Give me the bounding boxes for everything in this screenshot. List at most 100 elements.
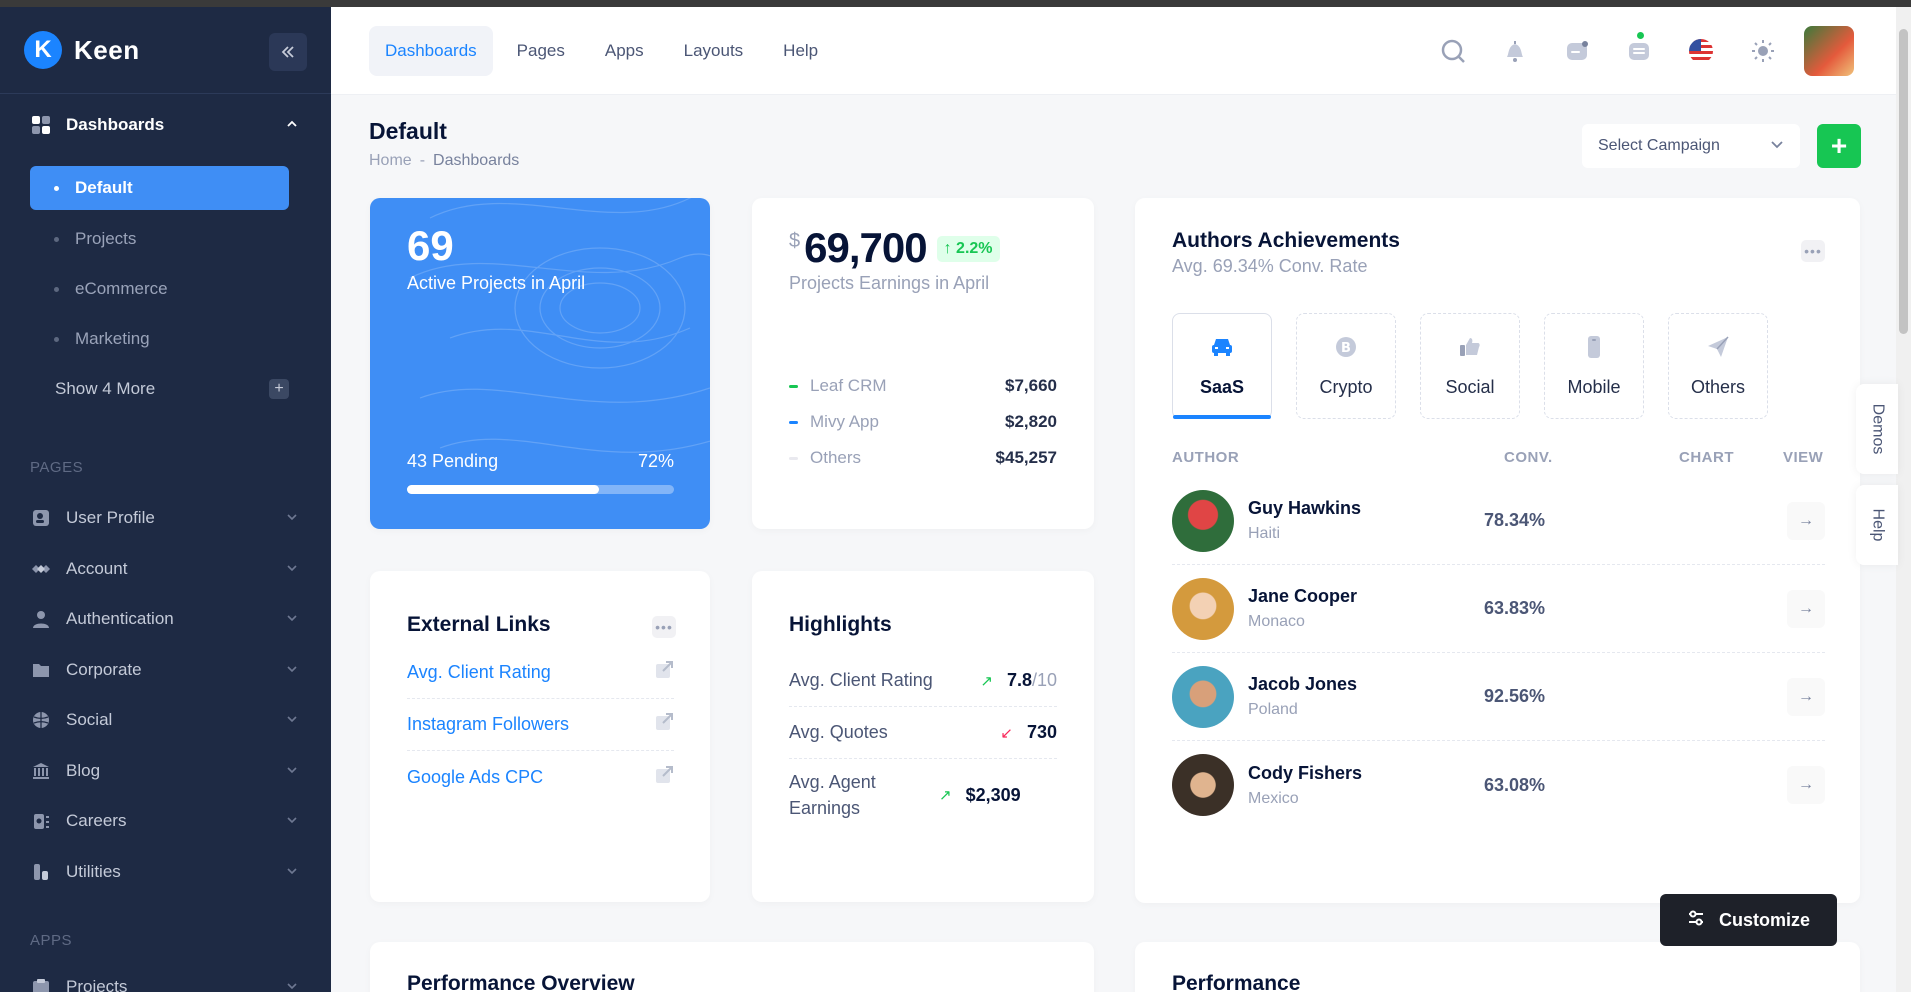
sidebar-item-utilities[interactable]: Utilities (30, 850, 298, 894)
tab-crypto[interactable]: B Crypto (1296, 313, 1396, 419)
author-info: Jacob Jones Poland (1248, 674, 1488, 719)
author-name[interactable]: Cody Fishers (1248, 763, 1488, 784)
messages-icon[interactable] (1618, 30, 1660, 72)
sidebar-item-projects[interactable]: Projects (30, 965, 298, 992)
brand[interactable]: K Keen (24, 31, 140, 69)
highlight-label: Avg. Client Rating (789, 670, 933, 690)
external-link-icon[interactable] (654, 660, 674, 685)
sidebar-item-dashboards[interactable]: Dashboards (30, 103, 298, 147)
sidebar-collapse-button[interactable] (269, 33, 307, 71)
add-button[interactable]: + (1817, 124, 1861, 168)
author-name[interactable]: Jacob Jones (1248, 674, 1488, 695)
external-links-title: External Links (407, 613, 551, 636)
tab-saas[interactable]: SaaS (1172, 313, 1272, 419)
nav-dashboards[interactable]: Dashboards (369, 26, 493, 76)
sidebar-item-label: Dashboards (66, 115, 165, 134)
author-name[interactable]: Jane Cooper (1248, 586, 1488, 607)
sidebar-subitem-default[interactable]: Default (30, 166, 289, 210)
more-options-button[interactable]: ••• (652, 616, 676, 638)
apps-section-label: APPS (30, 932, 73, 949)
author-conv: 63.08% (1484, 774, 1546, 795)
brand-name: Keen (74, 34, 140, 65)
view-button[interactable]: → (1787, 677, 1825, 716)
sidebar-subitem-ecommerce[interactable]: eCommerce (30, 267, 289, 311)
bullet-icon (54, 286, 59, 292)
help-label: Help (1869, 508, 1886, 542)
projects-icon (30, 976, 52, 992)
performance-card: Performance (1135, 942, 1860, 992)
sidebar-item-user-profile[interactable]: User Profile (30, 496, 298, 540)
author-info: Cody Fishers Mexico (1248, 763, 1488, 808)
scrollbar-thumb[interactable] (1899, 29, 1908, 334)
external-link[interactable]: Google Ads CPC (407, 767, 543, 788)
sidebar-item-careers[interactable]: Careers (30, 799, 298, 843)
category-tabs: SaaS B Crypto Social Mobile Others (1172, 313, 1768, 419)
external-links-card: External Links ••• Avg. Client Rating In… (370, 571, 710, 902)
car-icon (1209, 334, 1235, 365)
external-link-row[interactable]: Google Ads CPC (407, 751, 674, 803)
earnings-row: Mivy App $2,820 (789, 412, 1057, 432)
highlight-label: Avg. Agent Earnings (789, 772, 876, 818)
nav-help[interactable]: Help (767, 26, 834, 76)
tab-others[interactable]: Others (1668, 313, 1768, 419)
tab-label: Mobile (1567, 377, 1621, 397)
demos-side-tab[interactable]: Demos (1856, 384, 1898, 474)
highlights-card: Highlights Avg. Client Rating ↗ 7.8/10 A… (752, 571, 1094, 902)
sidebar-item-authentication[interactable]: Authentication (30, 597, 298, 641)
view-button[interactable]: → (1787, 501, 1825, 540)
author-name[interactable]: Guy Hawkins (1248, 498, 1488, 519)
help-side-tab[interactable]: Help (1856, 485, 1898, 565)
sidebar-item-corporate[interactable]: Corporate (30, 648, 298, 692)
tab-label: Others (1690, 377, 1746, 397)
sidebar-item-label: Projects (66, 977, 128, 992)
sidebar-item-social[interactable]: Social (30, 698, 298, 742)
author-info: Jane Cooper Monaco (1248, 586, 1488, 631)
pending-percent: 72% (637, 451, 674, 471)
external-link[interactable]: Instagram Followers (407, 714, 569, 735)
sidebar-subitem-marketing[interactable]: Marketing (30, 317, 289, 361)
view-button[interactable]: → (1787, 589, 1825, 628)
show-more-button[interactable]: Show 4 More + (55, 379, 289, 399)
avatar (1172, 577, 1234, 640)
nav-layouts[interactable]: Layouts (668, 26, 760, 76)
more-options-button[interactable]: ••• (1801, 240, 1825, 262)
demos-label: Demos (1869, 403, 1886, 455)
page-scrollbar[interactable] (1896, 7, 1911, 992)
nav-apps[interactable]: Apps (589, 26, 660, 76)
earnings-row-amount: $7,660 (1005, 376, 1057, 395)
user-avatar[interactable] (1804, 26, 1854, 76)
customize-button[interactable]: Customize (1660, 894, 1837, 946)
external-link[interactable]: Avg. Client Rating (407, 662, 551, 683)
account-icon (30, 558, 52, 580)
chat-icon[interactable] (1556, 30, 1598, 72)
breadcrumb-home[interactable]: Home (369, 152, 412, 170)
bell-icon[interactable] (1494, 30, 1536, 72)
external-link-row[interactable]: Avg. Client Rating (407, 647, 674, 699)
bullet-icon (789, 384, 798, 388)
plus-icon: + (269, 379, 289, 399)
search-icon[interactable] (1432, 30, 1474, 72)
external-link-row[interactable]: Instagram Followers (407, 699, 674, 751)
external-link-icon[interactable] (654, 712, 674, 737)
chevron-down-icon (1770, 137, 1784, 156)
earnings-row-label: Leaf CRM (810, 376, 887, 395)
sidebar-item-account[interactable]: Account (30, 547, 298, 591)
tab-social[interactable]: Social (1420, 313, 1520, 419)
external-link-icon[interactable] (654, 765, 674, 790)
performance-overview-card: Performance Overview (370, 942, 1094, 992)
sun-icon[interactable] (1742, 30, 1784, 72)
sidebar-item-blog[interactable]: Blog (30, 749, 298, 793)
nav-pages[interactable]: Pages (501, 26, 581, 76)
us-flag-icon[interactable] (1680, 30, 1722, 72)
campaign-select[interactable]: Select Campaign (1582, 124, 1800, 168)
main-nav: Dashboards Pages Apps Layouts Help (369, 26, 834, 76)
brand-logo-icon: K (24, 31, 62, 69)
chevron-down-icon (286, 611, 298, 627)
tab-mobile[interactable]: Mobile (1544, 313, 1644, 419)
view-button[interactable]: → (1787, 766, 1825, 804)
active-projects-card: 69 Active Projects in April 43 Pending 7… (370, 198, 710, 529)
highlight-value-denominator: /10 (1031, 670, 1057, 690)
author-conv: 78.34% (1484, 510, 1546, 530)
sidebar-subitem-projects[interactable]: Projects (30, 217, 289, 261)
performance-overview-title: Performance Overview (407, 972, 635, 992)
